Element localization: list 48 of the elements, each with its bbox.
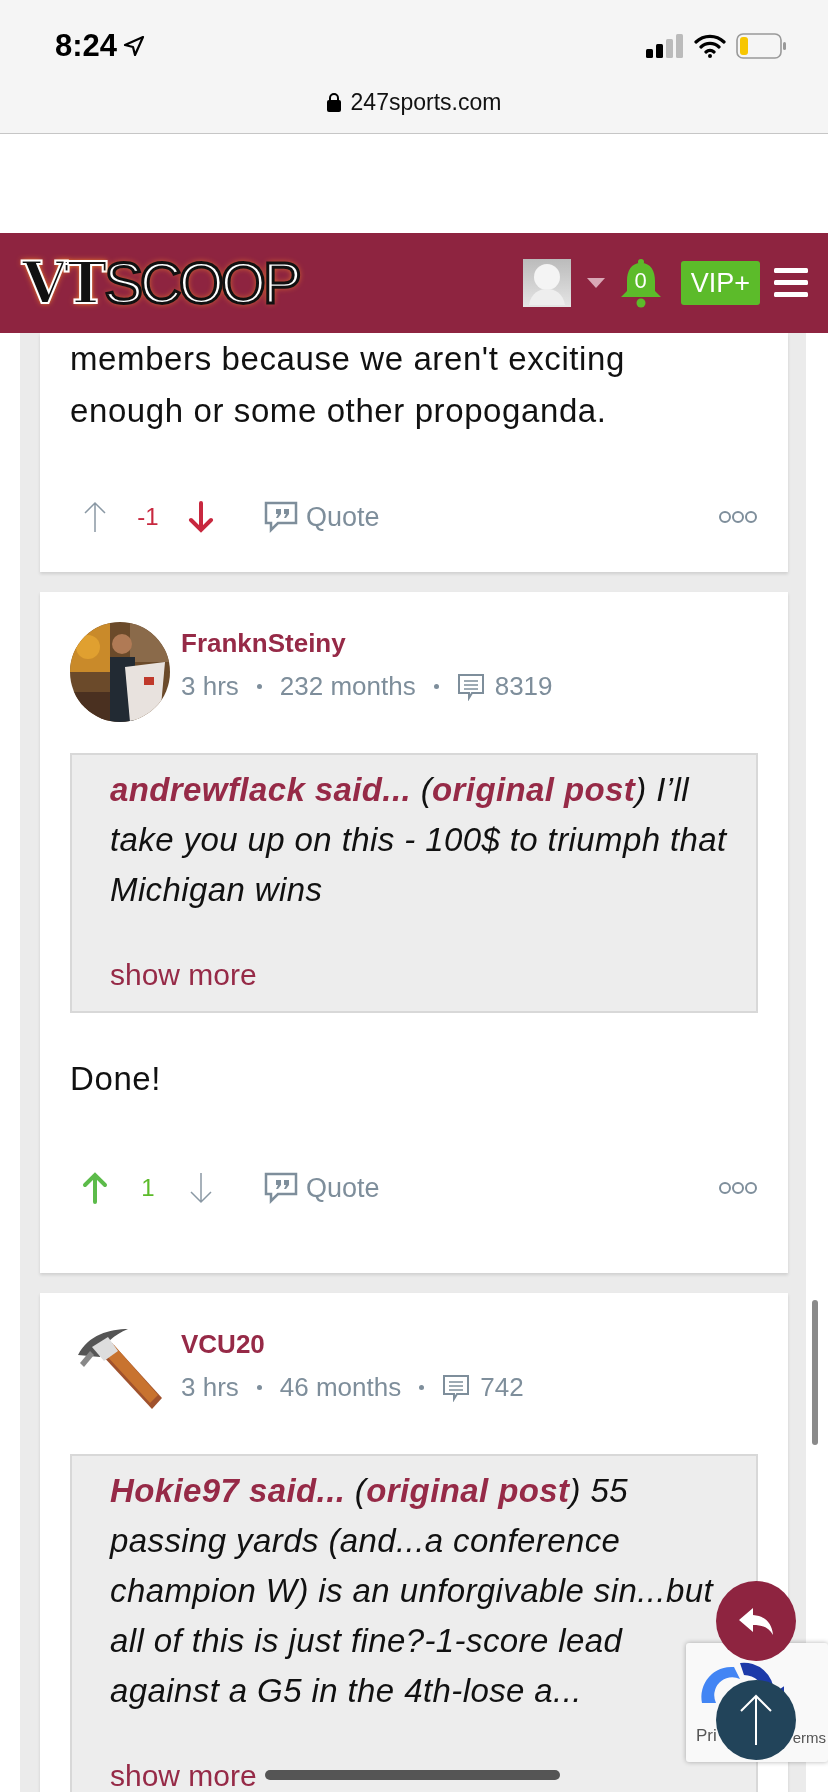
wifi-icon	[694, 34, 726, 58]
post-count: 742	[480, 1372, 524, 1403]
separator-dot	[419, 1385, 425, 1390]
show-more-link[interactable]: show more	[110, 1756, 257, 1792]
vote-score: -1	[136, 503, 160, 531]
show-more-link[interactable]: show more	[110, 955, 257, 995]
more-button[interactable]	[718, 510, 758, 524]
status-time: 8:24	[55, 28, 118, 64]
quote-button[interactable]: Quote	[264, 501, 380, 533]
separator-dot	[256, 684, 262, 689]
caret-icon[interactable]	[586, 278, 605, 288]
location-arrow-icon	[123, 35, 146, 57]
user-avatar[interactable]	[522, 259, 571, 307]
menu-icon[interactable]	[774, 268, 808, 298]
reply-icon	[737, 1606, 775, 1636]
quote-bubble-icon	[264, 501, 298, 533]
author-name[interactable]: VCU20	[181, 1329, 524, 1360]
quote-button[interactable]: Quote	[264, 1172, 380, 1204]
terms-link[interactable]: erms	[792, 1729, 826, 1746]
address-url[interactable]: 247sports.com	[350, 88, 502, 116]
separator-dot	[433, 684, 439, 689]
upvote-icon[interactable]	[82, 1172, 108, 1204]
post-count: 8319	[494, 671, 553, 702]
comment-count-icon	[442, 1373, 471, 1402]
downvote-icon[interactable]	[188, 501, 214, 533]
lock-icon	[326, 92, 341, 112]
member-tenure: 46 months	[279, 1372, 402, 1403]
privacy-link[interactable]: Pri	[696, 1726, 717, 1746]
comment-count-icon	[456, 672, 485, 701]
more-button[interactable]	[718, 1181, 758, 1195]
post-body: members because we aren't exciting enough or some other propoganda.	[70, 339, 626, 431]
quote-bubble-icon	[264, 1172, 298, 1204]
signal-icon	[646, 34, 684, 58]
upvote-icon[interactable]	[82, 501, 108, 533]
separator-dot	[256, 1385, 262, 1390]
post-body: Done!	[70, 1059, 163, 1099]
quote-text: andrewflack said... (original post) I’ll take you up on this - 100$ to triumph that Michigan wins	[110, 770, 728, 910]
author-name[interactable]: FranknSteiny	[181, 628, 553, 659]
member-tenure: 232 months	[279, 671, 416, 702]
post-time: 3 hrs	[181, 671, 239, 702]
battery-icon	[736, 33, 786, 59]
up-arrow-icon	[739, 1694, 773, 1746]
scrollbar[interactable]	[812, 1300, 818, 1445]
more-options-icon	[718, 1181, 758, 1195]
post-time: 3 hrs	[181, 1372, 239, 1403]
downvote-icon[interactable]	[188, 1172, 214, 1204]
vote-score: 1	[140, 1174, 156, 1202]
more-options-icon	[718, 510, 758, 524]
